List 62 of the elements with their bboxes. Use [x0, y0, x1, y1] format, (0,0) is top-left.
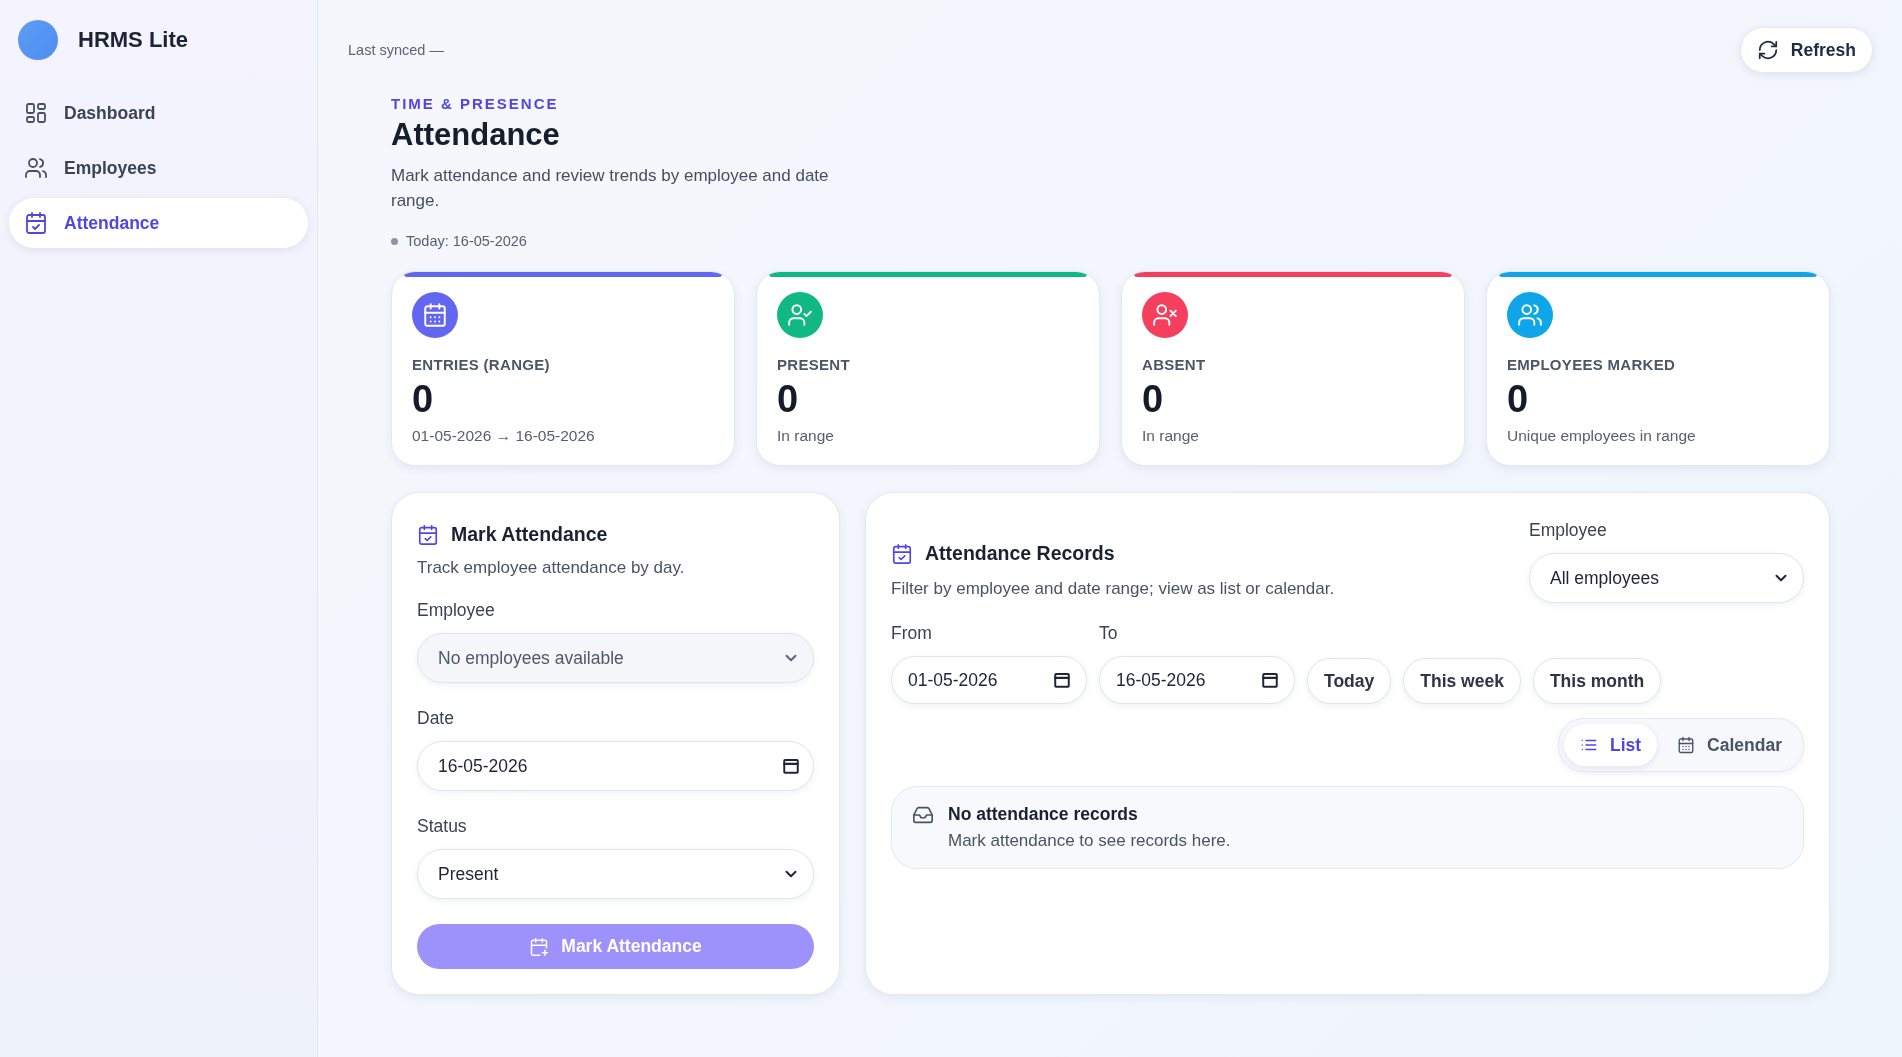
nav-item[interactable]: Dashboard — [9, 88, 308, 138]
calendar-plus-icon — [529, 936, 550, 957]
view-tab[interactable]: List — [1564, 724, 1658, 766]
stat-label: PRESENT — [777, 356, 851, 373]
field-label: Employee — [1529, 520, 1608, 541]
today-date: Today: 16-05-2026 — [406, 233, 527, 249]
inbox-icon — [912, 804, 934, 826]
preset-button[interactable]: Today — [1307, 658, 1392, 704]
date-field[interactable]: 01-05-2026 — [891, 656, 1087, 704]
calendar-icon — [1261, 671, 1279, 689]
date-field[interactable]: 16-05-2026 — [417, 741, 814, 791]
calendar-icon — [422, 302, 448, 328]
select-field[interactable]: All employees — [1529, 553, 1804, 603]
calendar-check-icon — [24, 211, 48, 235]
refresh-button[interactable]: Refresh — [1739, 27, 1873, 73]
card-title: Mark Attendance — [451, 523, 608, 546]
stat-value: 0 — [412, 377, 435, 421]
stat-caption: Unique employees in range — [1507, 427, 1697, 445]
select-field[interactable]: Present — [417, 849, 814, 899]
nav-item[interactable]: Attendance — [9, 198, 308, 248]
stat-caption: In range — [1142, 427, 1200, 445]
section-eyebrow: TIME & PRESENCE — [391, 95, 560, 112]
preset-button[interactable]: This month — [1532, 658, 1662, 704]
users-icon — [24, 156, 48, 180]
stat-value: 0 — [1142, 377, 1165, 421]
sync-status: Last synced — — [348, 42, 444, 58]
calendar-check-icon — [891, 542, 913, 565]
stat-label: ABSENT — [1142, 356, 1207, 373]
brand-name: HRMS Lite — [78, 27, 188, 53]
card-title: Attendance Records — [925, 542, 1115, 565]
page-subtitle: Mark attendance and review trends by employee and date range. — [391, 165, 830, 212]
date-field[interactable]: 16-05-2026 — [1099, 656, 1295, 704]
field-label: Status — [417, 816, 468, 837]
stat-label: ENTRIES (RANGE) — [412, 356, 551, 373]
calendar-icon — [1677, 736, 1696, 754]
preset-button[interactable]: This week — [1403, 658, 1521, 704]
card-subtitle: Track employee attendance by day. — [417, 558, 686, 578]
stat-caption: In range — [777, 427, 835, 445]
empty-title: No attendance records — [948, 804, 1139, 825]
field-label: From — [891, 623, 933, 644]
refresh-icon — [1756, 39, 1779, 61]
logo-icon — [18, 20, 58, 60]
field-label: Employee — [417, 600, 496, 621]
users-icon — [1517, 302, 1543, 328]
view-tab[interactable]: Calendar — [1661, 724, 1798, 766]
user-x-icon — [1152, 302, 1178, 328]
calendar-icon — [782, 757, 800, 775]
stat-label: EMPLOYEES MARKED — [1507, 356, 1677, 373]
calendar-check-icon — [417, 523, 439, 546]
calendar-icon — [1053, 671, 1071, 689]
bullet-dot — [391, 237, 398, 245]
field-label: Date — [417, 708, 455, 729]
stat-caption: 01-05-2026 → 16-05-2026 — [412, 427, 596, 445]
empty-message: Mark attendance to see records here. — [948, 831, 1231, 851]
card-subtitle: Filter by employee and date range; view as list or calendar. — [891, 579, 1335, 599]
page-title: Attendance — [391, 117, 561, 153]
field-label: To — [1099, 623, 1119, 644]
stat-value: 0 — [777, 377, 800, 421]
user-check-icon — [787, 302, 813, 328]
grid-icon — [24, 101, 48, 125]
stat-value: 0 — [1507, 377, 1530, 421]
nav-item[interactable]: Employees — [9, 143, 308, 193]
